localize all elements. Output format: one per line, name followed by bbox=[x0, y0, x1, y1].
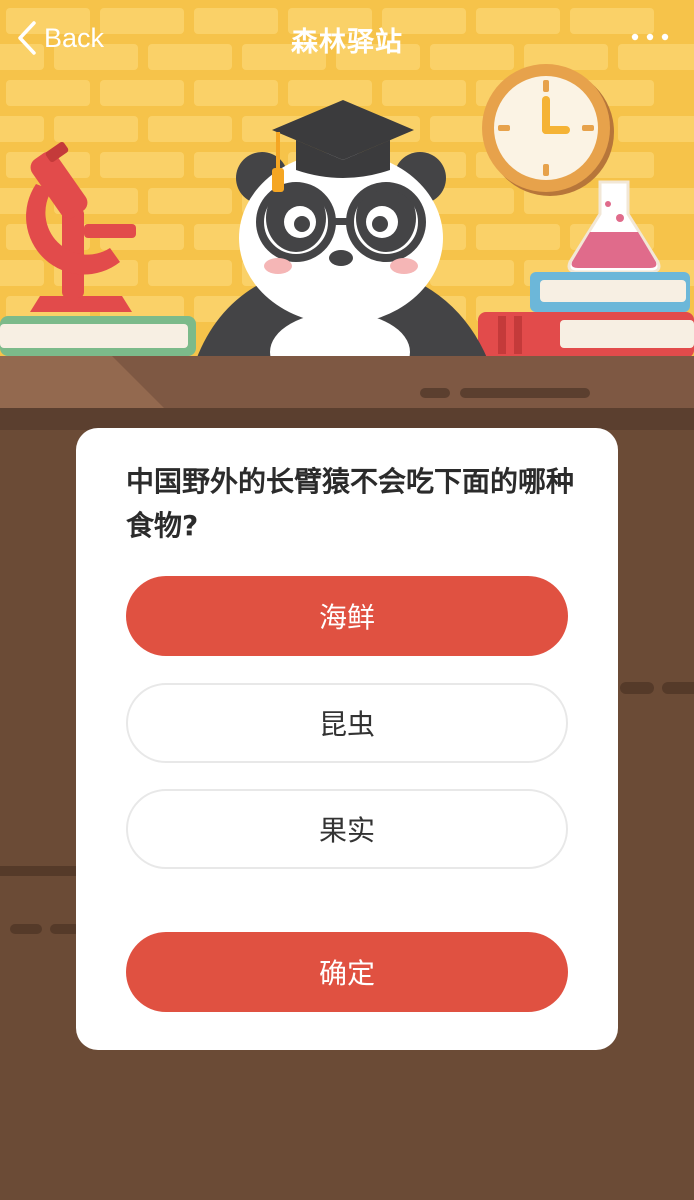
option-seafood[interactable]: 海鲜 bbox=[126, 576, 568, 656]
option-label: 果实 bbox=[318, 814, 375, 847]
option-label: 昆虫 bbox=[318, 708, 375, 741]
option-insects[interactable]: 昆虫 bbox=[126, 683, 568, 763]
confirm-label: 确定 bbox=[318, 957, 375, 990]
quiz-card: 中国野外的长臂猿不会吃下面的哪种食物? 海鲜 昆虫 果实 确定 bbox=[76, 428, 618, 1050]
more-dots-icon[interactable] bbox=[630, 30, 670, 44]
question-text: 中国野外的长臂猿不会吃下面的哪种食物? bbox=[126, 465, 575, 542]
page-title: 森林驿站 bbox=[291, 27, 403, 58]
confirm-button[interactable]: 确定 bbox=[126, 932, 568, 1012]
option-fruits[interactable]: 果实 bbox=[126, 789, 568, 869]
navigation-bar: Back 森林驿站 bbox=[0, 0, 694, 76]
option-label: 海鲜 bbox=[318, 601, 375, 634]
